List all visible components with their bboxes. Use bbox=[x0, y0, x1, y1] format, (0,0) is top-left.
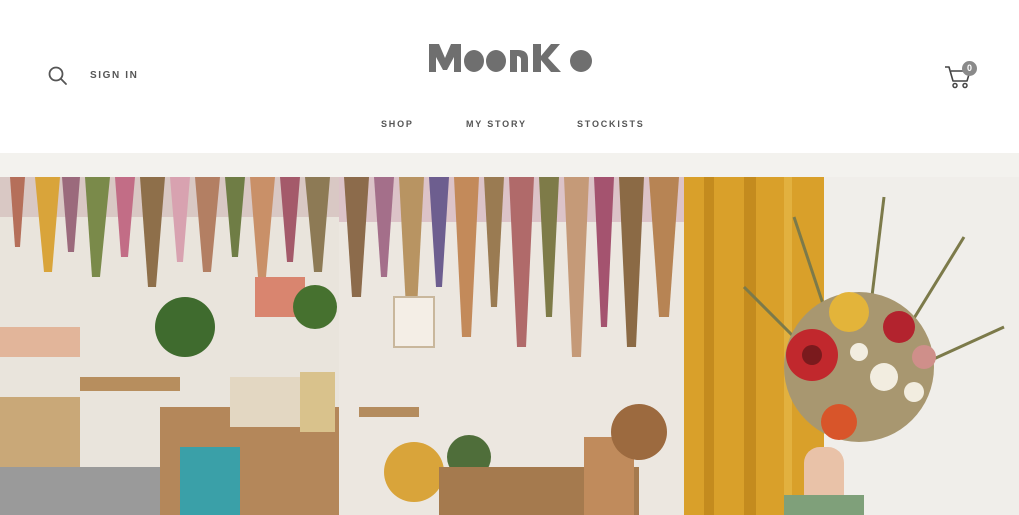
nav-item-shop[interactable]: SHOP bbox=[381, 119, 414, 129]
cart-count-badge: 0 bbox=[962, 61, 977, 76]
main-nav: SHOP MY STORY STOCKISTS bbox=[0, 119, 1019, 133]
dried-bouquet-photo[interactable] bbox=[684, 177, 1019, 515]
hero-gallery bbox=[0, 177, 1019, 515]
nav-item-stockists[interactable]: STOCKISTS bbox=[577, 119, 645, 129]
brand-logo[interactable] bbox=[426, 38, 596, 78]
header-divider-band bbox=[0, 153, 1019, 177]
shop-interior-photo[interactable] bbox=[0, 177, 339, 515]
hanging-flowers-wall-photo[interactable] bbox=[339, 177, 684, 515]
search-button[interactable] bbox=[47, 65, 69, 87]
site-header: SIGN IN 0 SHOP MY STORY STOCKISTS bbox=[0, 0, 1019, 153]
search-icon bbox=[48, 66, 67, 85]
sign-in-link[interactable]: SIGN IN bbox=[90, 70, 138, 81]
nav-item-my-story[interactable]: MY STORY bbox=[466, 119, 527, 129]
